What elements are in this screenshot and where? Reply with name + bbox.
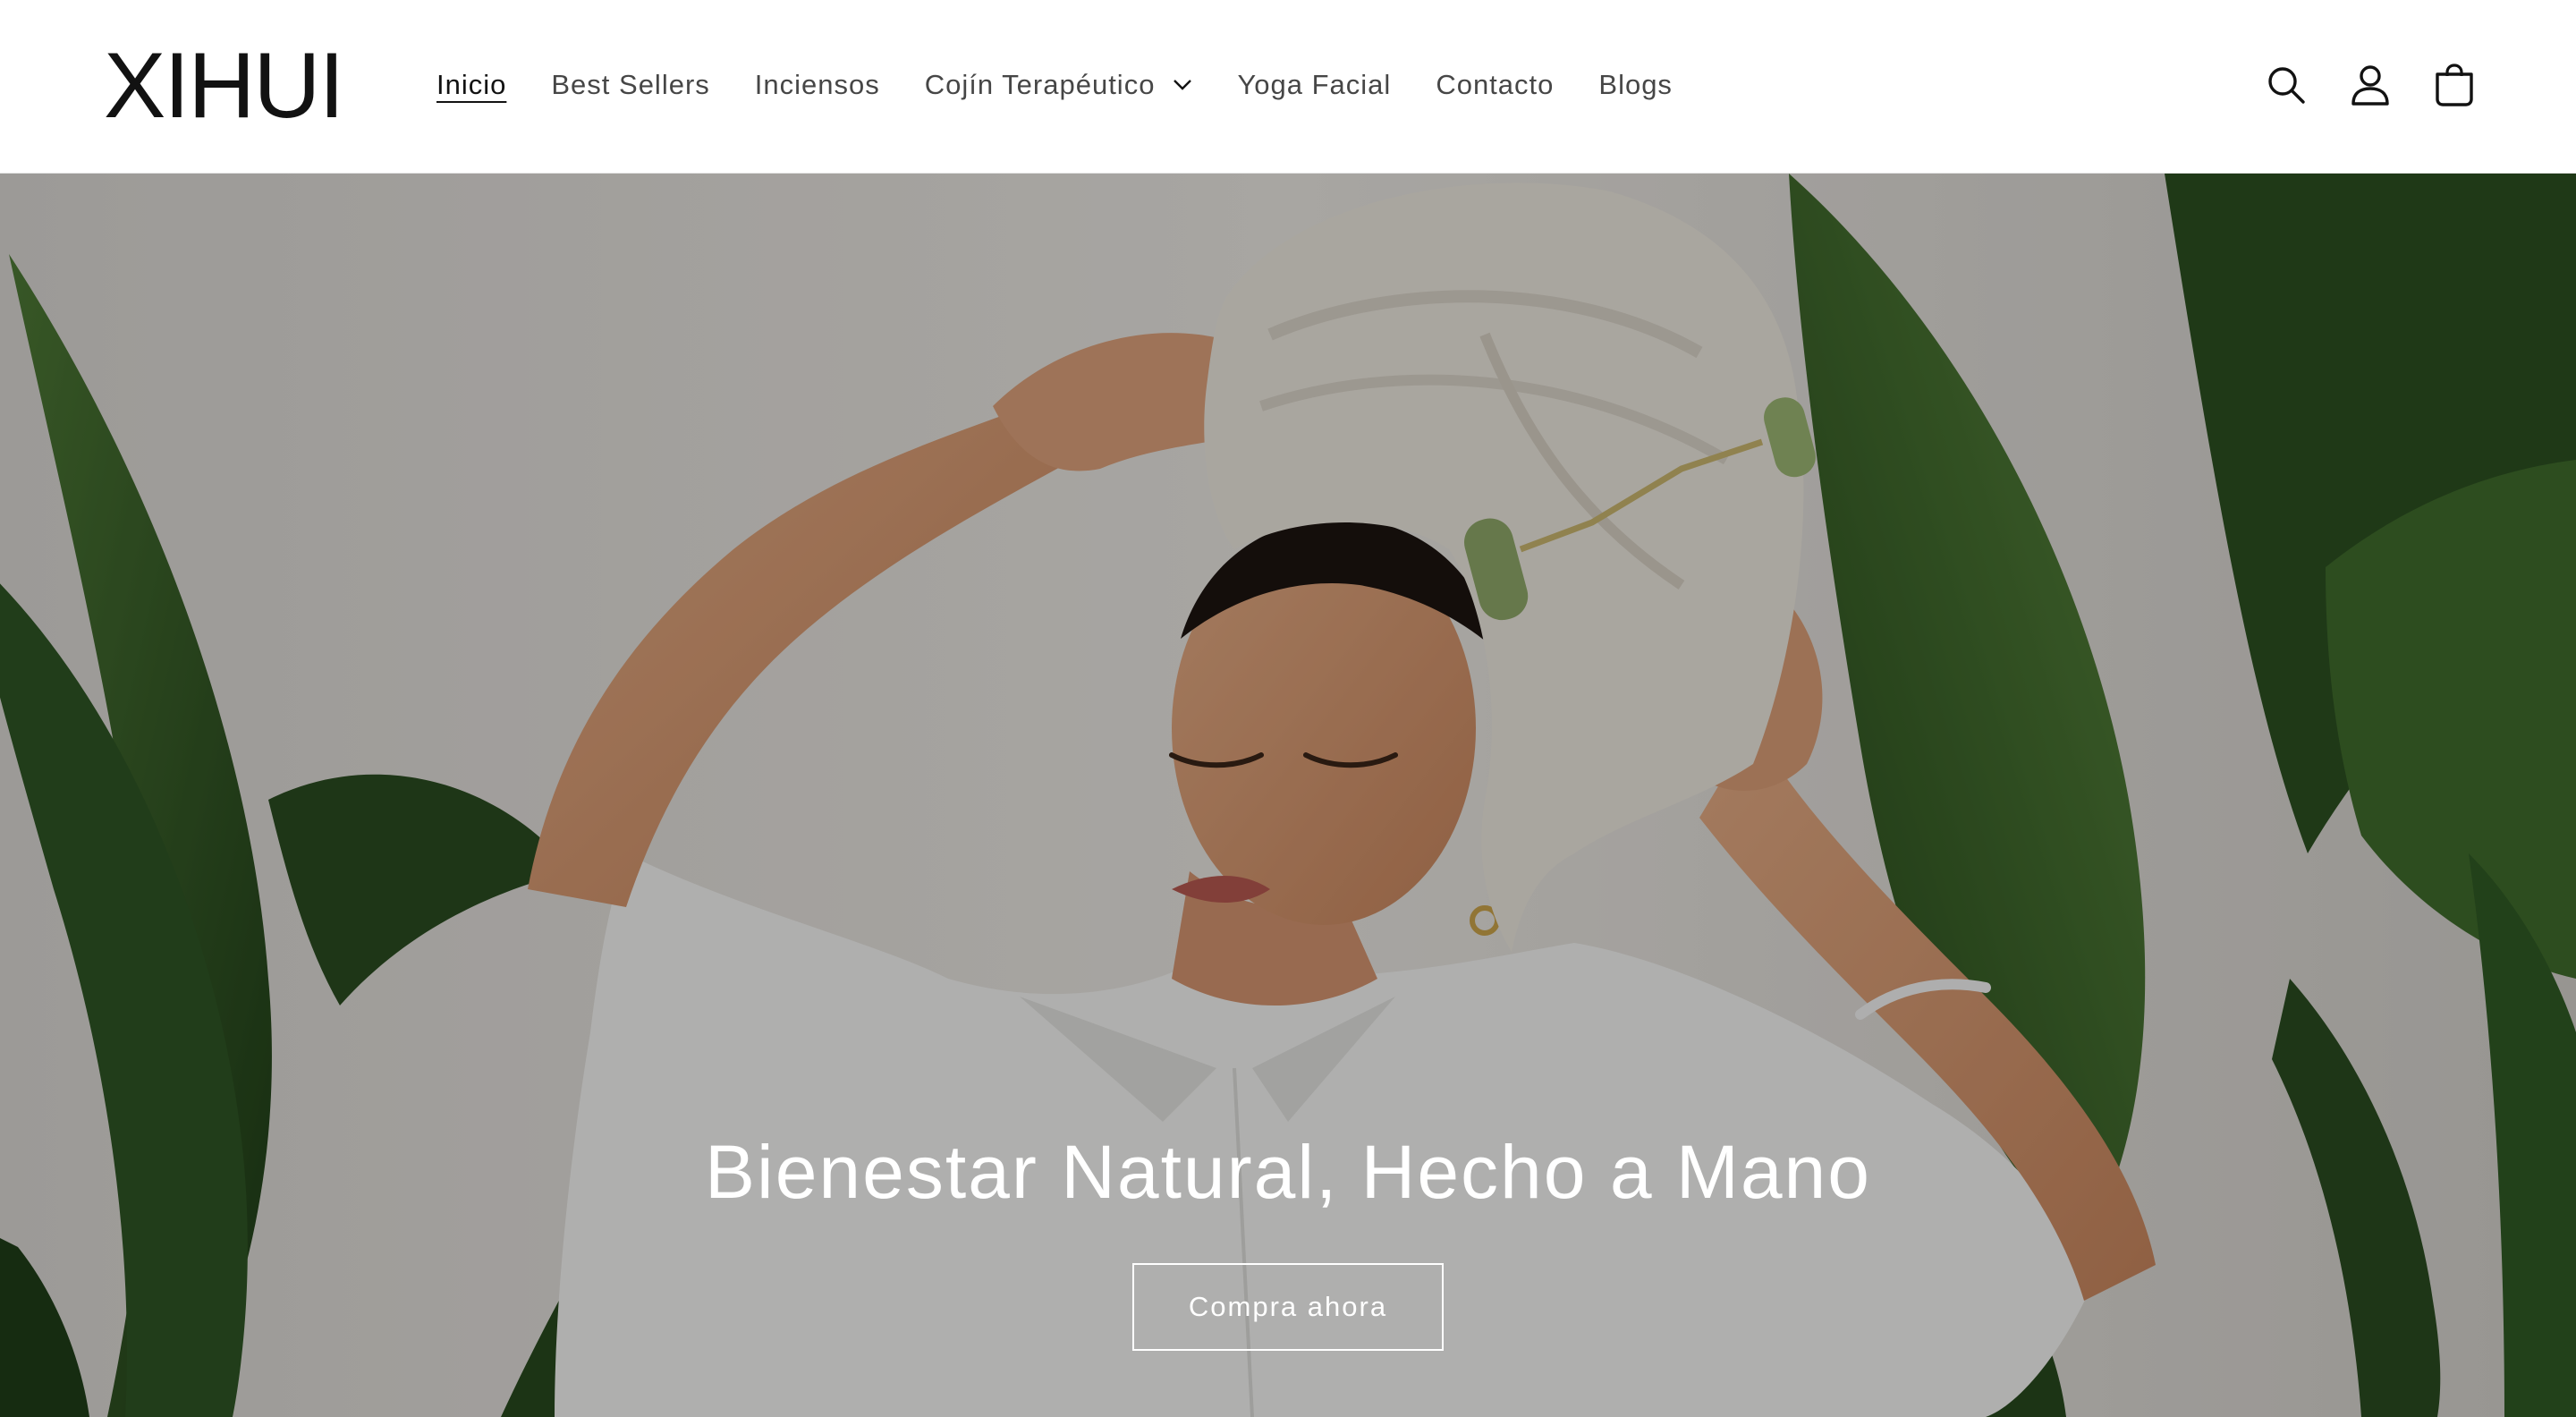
nav-item-yoga-facial[interactable]: Yoga Facial bbox=[1215, 55, 1413, 115]
main-navigation: Inicio Best Sellers Inciensos Cojín Tera… bbox=[436, 55, 1695, 115]
shop-now-button[interactable]: Compra ahora bbox=[1132, 1263, 1444, 1351]
nav-item-label: Inicio bbox=[436, 69, 507, 100]
nav-item-blogs[interactable]: Blogs bbox=[1576, 55, 1695, 115]
nav-item-best-sellers[interactable]: Best Sellers bbox=[529, 55, 732, 115]
site-header: XIHUI Inicio Best Sellers Inciensos Cojí… bbox=[0, 0, 2576, 174]
nav-item-cojin-terapeutico[interactable]: Cojín Terapéutico bbox=[902, 55, 1216, 115]
hero-overlay bbox=[0, 174, 2576, 1417]
nav-item-label: Contacto bbox=[1436, 69, 1555, 100]
nav-item-label: Blogs bbox=[1598, 69, 1673, 100]
search-icon bbox=[2268, 67, 2305, 104]
cart-icon bbox=[2436, 64, 2473, 106]
chevron-down-icon bbox=[1174, 80, 1192, 90]
nav-item-label: Best Sellers bbox=[551, 69, 710, 100]
cart-button[interactable] bbox=[2431, 59, 2478, 111]
account-button[interactable] bbox=[2347, 59, 2394, 111]
account-icon bbox=[2351, 65, 2389, 106]
nav-item-label: Yoga Facial bbox=[1237, 69, 1392, 100]
search-button[interactable] bbox=[2263, 59, 2309, 111]
hero-banner: Bienestar Natural, Hecho a Mano Compra a… bbox=[0, 174, 2576, 1417]
nav-item-label: Inciensos bbox=[754, 69, 880, 100]
nav-item-contacto[interactable]: Contacto bbox=[1413, 55, 1576, 115]
hero-heading: Bienestar Natural, Hecho a Mano bbox=[705, 1130, 1871, 1214]
header-icons bbox=[2263, 59, 2478, 111]
site-logo[interactable]: XIHUI bbox=[104, 39, 344, 132]
nav-item-inciensos[interactable]: Inciensos bbox=[733, 55, 902, 115]
nav-item-inicio[interactable]: Inicio bbox=[436, 55, 529, 115]
nav-item-label: Cojín Terapéutico bbox=[924, 69, 1156, 100]
